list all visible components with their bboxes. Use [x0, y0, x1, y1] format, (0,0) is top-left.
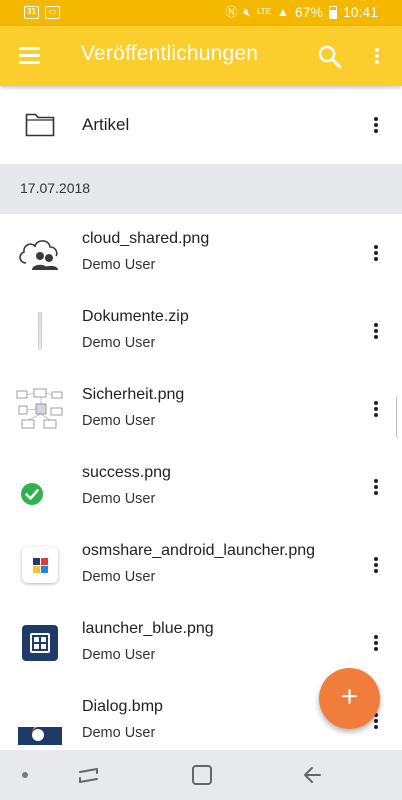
app-launcher-icon: [16, 541, 64, 589]
scrollbar[interactable]: [396, 395, 402, 439]
row-overflow-icon[interactable]: [371, 479, 381, 495]
file-name: Dokumente.zip: [82, 308, 189, 325]
list-item[interactable]: Dokumente.zip Demo User: [0, 292, 402, 370]
list-item[interactable]: success.png Demo User: [0, 448, 402, 526]
check-circle-icon: [16, 463, 64, 511]
nfc-icon: Ⓝ: [225, 5, 238, 19]
battery-icon: [328, 5, 337, 19]
file-owner: Demo User: [82, 491, 156, 507]
file-name: osmshare_android_launcher.png: [82, 542, 316, 559]
plus-icon: +: [340, 680, 359, 713]
row-overflow-icon[interactable]: [371, 117, 381, 133]
file-name: Sicherheit.png: [82, 386, 185, 403]
file-name: cloud_shared.png: [82, 230, 210, 247]
file-owner: Demo User: [82, 257, 156, 273]
status-bar: 31 ▭ Ⓝ 🔇︎ LTE ▲ 67% 10:41: [0, 0, 402, 26]
search-icon[interactable]: [317, 44, 343, 70]
row-overflow-icon[interactable]: [371, 557, 381, 573]
file-name: success.png: [82, 464, 171, 481]
signal-icon: ▲: [277, 5, 289, 19]
battery-percent: 67%: [294, 4, 323, 20]
nav-dot-icon[interactable]: [22, 772, 28, 778]
row-overflow-icon[interactable]: [371, 323, 381, 339]
system-nav-bar: [0, 750, 402, 800]
file-list: Artikel 17.07.2018 cloud_shared.png Demo…: [0, 86, 402, 760]
clock: 10:41: [342, 4, 378, 20]
cloud-users-icon: [16, 229, 64, 277]
page-title: Veröffentlichungen: [81, 42, 259, 65]
file-owner: Demo User: [82, 413, 156, 429]
file-name: Dialog.bmp: [82, 698, 163, 715]
network-type: LTE: [256, 7, 272, 16]
row-overflow-icon[interactable]: [371, 635, 381, 651]
diagram-thumbnail: [16, 385, 64, 433]
list-item[interactable]: Sicherheit.png Demo User: [0, 370, 402, 448]
file-owner: Demo User: [82, 725, 156, 741]
gallery-icon: ▭: [45, 6, 60, 19]
recent-apps-icon[interactable]: [75, 763, 103, 787]
home-icon[interactable]: [188, 763, 216, 787]
zip-thumbnail: [16, 307, 64, 355]
add-fab-button[interactable]: +: [319, 668, 380, 729]
app-bar: Veröffentlichungen: [0, 26, 402, 86]
row-overflow-icon[interactable]: [371, 245, 381, 261]
mute-icon: 🔇︎: [243, 5, 251, 19]
row-overflow-icon[interactable]: [371, 401, 381, 417]
blue-launcher-icon: [16, 619, 64, 667]
calendar-icon: 31: [24, 6, 39, 19]
file-owner: Demo User: [82, 647, 156, 663]
hamburger-menu-icon[interactable]: [18, 46, 42, 66]
folder-row-artikel[interactable]: Artikel: [0, 86, 402, 164]
file-owner: Demo User: [82, 335, 156, 351]
back-icon[interactable]: [300, 763, 328, 787]
folder-icon: [25, 113, 55, 137]
list-item[interactable]: osmshare_android_launcher.png Demo User: [0, 526, 402, 604]
dialog-thumbnail: [16, 697, 64, 745]
list-item[interactable]: cloud_shared.png Demo User: [0, 214, 402, 292]
section-date: 17.07.2018: [20, 180, 91, 196]
overflow-menu-icon[interactable]: [372, 48, 382, 64]
folder-label: Artikel: [82, 115, 130, 134]
file-owner: Demo User: [82, 569, 156, 585]
file-name: launcher_blue.png: [82, 620, 214, 637]
date-section-header: 17.07.2018: [0, 164, 402, 214]
